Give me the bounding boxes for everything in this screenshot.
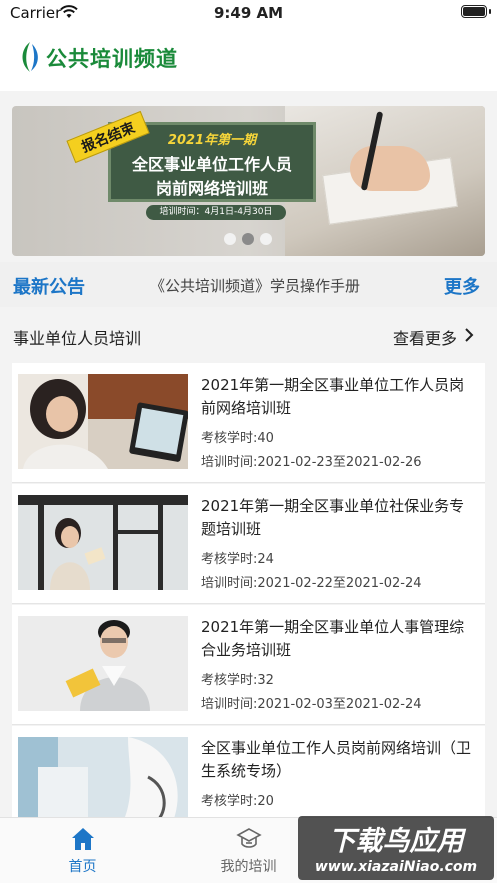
- app-header: 公共培训频道: [0, 26, 497, 91]
- course-item[interactable]: 2021年第一期全区事业单位人事管理综合业务培训班 考核学时:32 培训时间:2…: [12, 605, 485, 725]
- notice-more-link[interactable]: 更多: [444, 273, 480, 299]
- tab-home-label: 首页: [68, 859, 97, 875]
- section-title: 事业单位人员培训: [13, 329, 142, 348]
- notice-bar: 最新公告 《公共培训频道》学员操作手册 更多: [0, 262, 497, 307]
- status-bar: Carrier 9:49 AM: [0, 0, 497, 26]
- course-title: 2021年第一期全区事业单位工作人员岗前网络培训班: [201, 376, 465, 417]
- course-title: 全区事业单位工作人员岗前网络培训（卫生系统专场）: [201, 739, 472, 780]
- notice-title: 最新公告: [13, 277, 85, 298]
- section-header: 事业单位人员培训 查看更多: [0, 318, 497, 354]
- chevron-right-icon[interactable]: [463, 328, 475, 342]
- course-time: 培训时间:2021-02-03至2021-02-24: [201, 697, 422, 712]
- site-watermark-logo: 下载鸟应用 www.xiazaiNiao.com: [298, 816, 494, 880]
- tab-home[interactable]: 首页: [0, 818, 165, 883]
- svg-text:下载鸟应用: 下载鸟应用: [329, 826, 467, 857]
- graduation-cap-icon: [236, 828, 262, 848]
- carousel-dot[interactable]: [224, 233, 236, 245]
- app-logo-text: 公共培训频道: [46, 47, 178, 71]
- see-more-link[interactable]: 查看更多: [393, 325, 457, 349]
- carousel-dots[interactable]: [224, 233, 272, 245]
- banner-headline-2: 岗前网络培训班: [155, 179, 268, 198]
- course-hours: 考核学时:20: [201, 794, 274, 809]
- clock: 9:49 AM: [213, 4, 284, 22]
- carousel-dot[interactable]: [260, 233, 272, 245]
- svg-text:www.xiazaiNiao.com: www.xiazaiNiao.com: [315, 859, 477, 875]
- course-hours: 考核学时:40: [201, 431, 274, 446]
- banner-date: 培训时间：4月1日-4月30日: [146, 205, 286, 220]
- leaf-logo-icon: [22, 42, 38, 72]
- home-icon: [72, 828, 94, 850]
- course-thumbnail: [18, 495, 188, 590]
- course-time: 培训时间:2021-02-22至2021-02-24: [201, 576, 422, 591]
- course-item[interactable]: 2021年第一期全区事业单位工作人员岗前网络培训班 考核学时:40 培训时间:2…: [12, 363, 485, 483]
- notice-link[interactable]: 《公共培训频道》学员操作手册: [150, 275, 360, 296]
- course-hours: 考核学时:32: [201, 673, 274, 688]
- course-time: 培训时间:2021-02-23至2021-02-26: [201, 455, 422, 470]
- course-thumbnail: [18, 374, 188, 469]
- battery-icon: [461, 5, 487, 18]
- course-title: 2021年第一期全区事业单位社保业务专题培训班: [201, 497, 465, 538]
- carousel-dot-active[interactable]: [242, 233, 254, 245]
- course-hours: 考核学时:24: [201, 552, 274, 567]
- promo-banner[interactable]: 2021年第一期 全区事业单位工作人员 岗前网络培训班 培训时间：4月1日-4月…: [12, 106, 485, 256]
- course-thumbnail: [18, 616, 188, 711]
- course-item[interactable]: 全区事业单位工作人员岗前网络培训（卫生系统专场） 考核学时:20: [12, 726, 485, 832]
- course-item[interactable]: 2021年第一期全区事业单位社保业务专题培训班 考核学时:24 培训时间:202…: [12, 484, 485, 604]
- banner-headline-1: 全区事业单位工作人员: [131, 155, 292, 174]
- course-title: 2021年第一期全区事业单位人事管理综合业务培训班: [201, 618, 465, 659]
